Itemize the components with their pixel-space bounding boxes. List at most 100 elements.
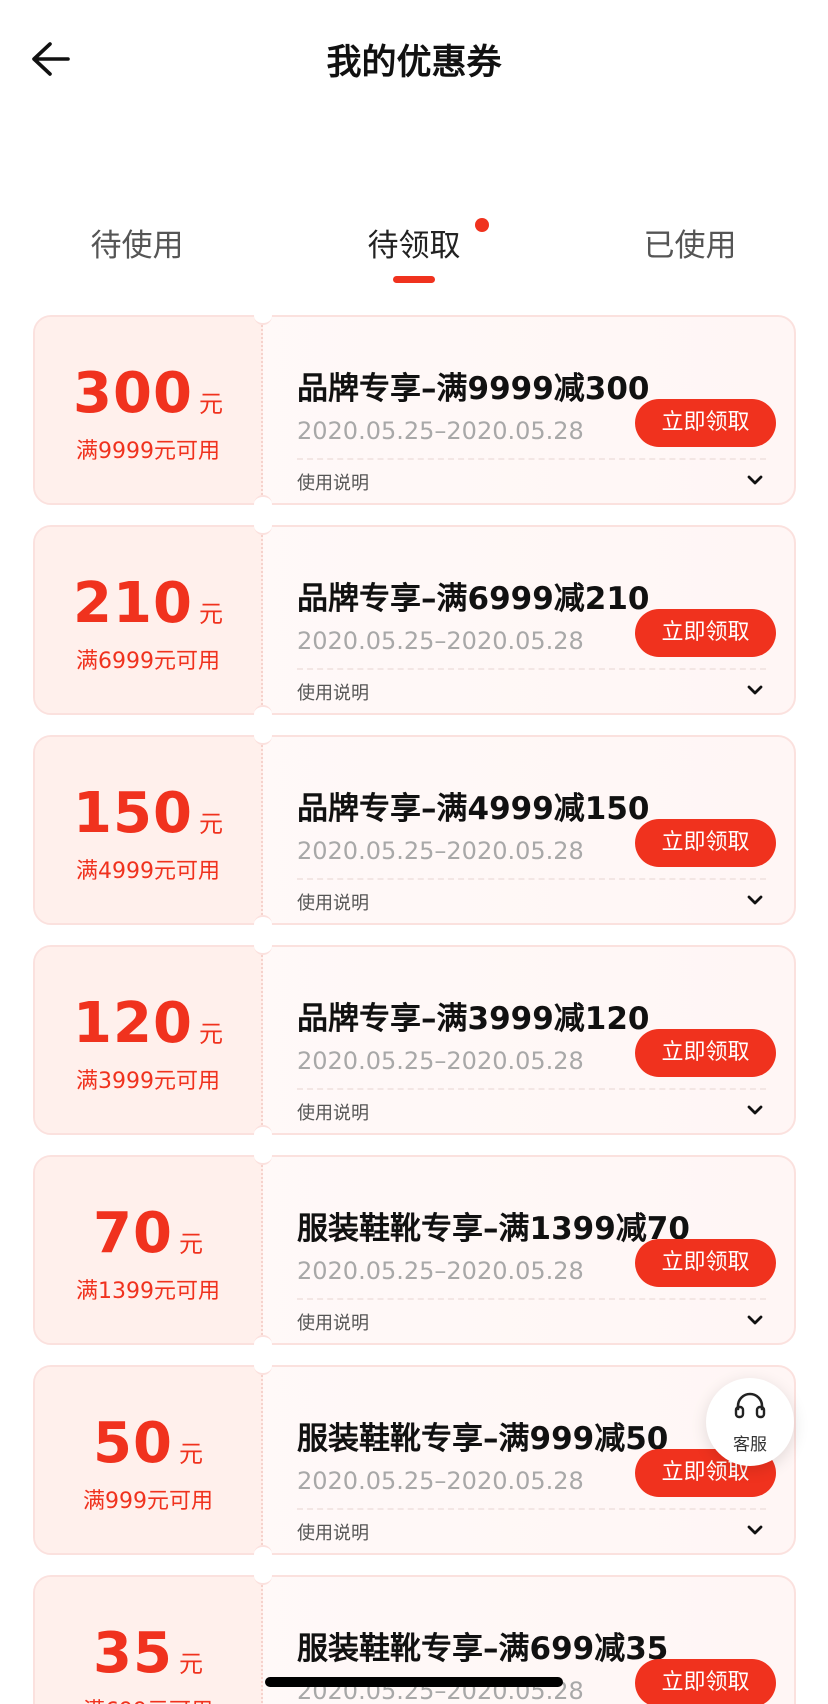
notch [254,1125,272,1143]
notification-dot [475,218,489,232]
amount-value: 70 [93,1201,173,1266]
threshold-text: 满9999元可用 [76,439,220,464]
amount-unit: 元 [178,1650,203,1678]
coupon-amount-panel: 150 元 满4999元可用 [35,737,263,923]
coupon-amount-panel: 70 元 满1399元可用 [35,1157,263,1343]
divider [297,1298,766,1300]
divider [297,1088,766,1090]
threshold-text: 满6999元可用 [76,649,220,674]
notch [254,1357,272,1375]
coupon-title: 品牌专享–满4999减150 [297,791,650,827]
amount-unit: 元 [198,600,223,628]
amount-value: 150 [73,781,193,846]
tab-label: 待使用 [90,228,184,264]
divider [297,878,766,880]
coupon-date: 2020.05.25–2020.05.28 [297,417,584,445]
amount-line: 70 元 [35,1201,261,1266]
home-indicator [265,1677,563,1687]
threshold-text: 满999元可用 [83,1489,213,1514]
threshold-text: 满1399元可用 [76,1279,220,1304]
tab-label: 待领取 [367,228,461,264]
threshold-text: 满4999元可用 [76,859,220,884]
coupon-date: 2020.05.25–2020.05.28 [297,837,584,865]
threshold-text: 满699元可用 [35,1693,261,1704]
notch [254,1147,272,1165]
amount-unit: 元 [178,1230,203,1258]
chevron-down-icon[interactable] [744,1519,766,1541]
notch [254,1335,272,1353]
coupon-title: 服装鞋靴专享–满699减35 [297,1631,669,1667]
tab-to-use[interactable]: 待使用 [27,220,247,265]
claim-button[interactable]: 立即领取 [635,399,776,447]
usage-instructions[interactable]: 使用说明 [297,1309,369,1335]
usage-instructions[interactable]: 使用说明 [297,1099,369,1125]
tab-label: 已使用 [643,228,737,264]
notch [254,937,272,955]
coupon-date: 2020.05.25–2020.05.28 [297,1257,584,1285]
coupon-title: 品牌专享–满6999减210 [297,581,650,617]
active-tab-indicator [393,276,435,283]
chevron-down-icon[interactable] [744,1099,766,1121]
coupon-page: 我的优惠券 待使用 待领取 已使用 300 元 满9999元可用 品牌专享–满99… [0,0,828,1704]
coupon-date: 2020.05.25–2020.05.28 [297,1047,584,1075]
notch [254,915,272,933]
amount-line: 300 元 [35,361,261,426]
coupon-amount-panel: 210 元 满6999元可用 [35,527,263,713]
coupon-card: 50 元 满999元可用 服装鞋靴专享–满999减50 2020.05.25–20… [33,1357,796,1563]
amount-value: 35 [93,1621,173,1686]
usage-instructions[interactable]: 使用说明 [297,679,369,705]
amount-line: 50 元 [35,1411,261,1476]
coupon-title: 品牌专享–满9999减300 [297,371,650,407]
notch [254,517,272,535]
amount-value: 210 [73,571,193,636]
claim-button[interactable]: 立即领取 [635,1029,776,1077]
claim-button[interactable]: 立即领取 [635,1239,776,1287]
coupon-card: 70 元 满1399元可用 服装鞋靴专享–满1399减70 2020.05.25–… [33,1147,796,1353]
usage-instructions[interactable]: 使用说明 [297,889,369,915]
tab-bar: 待使用 待领取 已使用 [0,218,828,290]
chevron-down-icon[interactable] [744,889,766,911]
notch [254,1545,272,1563]
coupon-card: 300 元 满9999元可用 品牌专享–满9999减300 2020.05.25–… [33,307,796,513]
amount-line: 210 元 [35,571,261,636]
usage-instructions[interactable]: 使用说明 [297,1519,369,1545]
usage-instructions[interactable]: 使用说明 [297,469,369,495]
divider [297,458,766,460]
coupon-amount-panel: 300 元 满9999元可用 [35,317,263,503]
claim-button[interactable]: 立即领取 [635,609,776,657]
chevron-down-icon[interactable] [744,1309,766,1331]
customer-service-label: 客服 [733,1435,767,1455]
coupon-amount-panel: 120 元 满3999元可用 [35,947,263,1133]
coupon-date: 2020.05.25–2020.05.28 [297,627,584,655]
headset-icon [734,1392,766,1419]
amount-unit: 元 [198,390,223,418]
coupon-date: 2020.05.25–2020.05.28 [297,1467,584,1495]
amount-unit: 元 [178,1440,203,1468]
divider [297,1508,766,1510]
coupon-card: 120 元 满3999元可用 品牌专享–满3999减120 2020.05.25–… [33,937,796,1143]
coupon-list: 300 元 满9999元可用 品牌专享–满9999减300 2020.05.25–… [33,307,796,1704]
amount-value: 300 [73,361,193,426]
amount-line: 120 元 [35,991,261,1056]
coupon-card: 150 元 满4999元可用 品牌专享–满4999减150 2020.05.25–… [33,727,796,933]
notch [254,727,272,745]
tab-used[interactable]: 已使用 [580,220,800,265]
claim-button[interactable]: 立即领取 [635,1659,776,1704]
notch [254,1567,272,1585]
customer-service-button[interactable]: 客服 [706,1378,794,1466]
amount-value: 50 [93,1411,173,1476]
header: 我的优惠券 [0,0,828,120]
claim-button[interactable]: 立即领取 [635,819,776,867]
chevron-down-icon[interactable] [744,469,766,491]
notch [254,705,272,723]
amount-value: 120 [73,991,193,1056]
coupon-title: 服装鞋靴专享–满999减50 [297,1421,669,1457]
chevron-down-icon[interactable] [744,679,766,701]
notch [254,495,272,513]
amount-unit: 元 [198,810,223,838]
notch [254,307,272,325]
coupon-title: 品牌专享–满3999减120 [297,1001,650,1037]
coupon-card: 210 元 满6999元可用 品牌专享–满6999减210 2020.05.25–… [33,517,796,723]
tab-to-claim[interactable]: 待领取 [304,218,524,283]
amount-line: 35 元 [35,1621,261,1686]
